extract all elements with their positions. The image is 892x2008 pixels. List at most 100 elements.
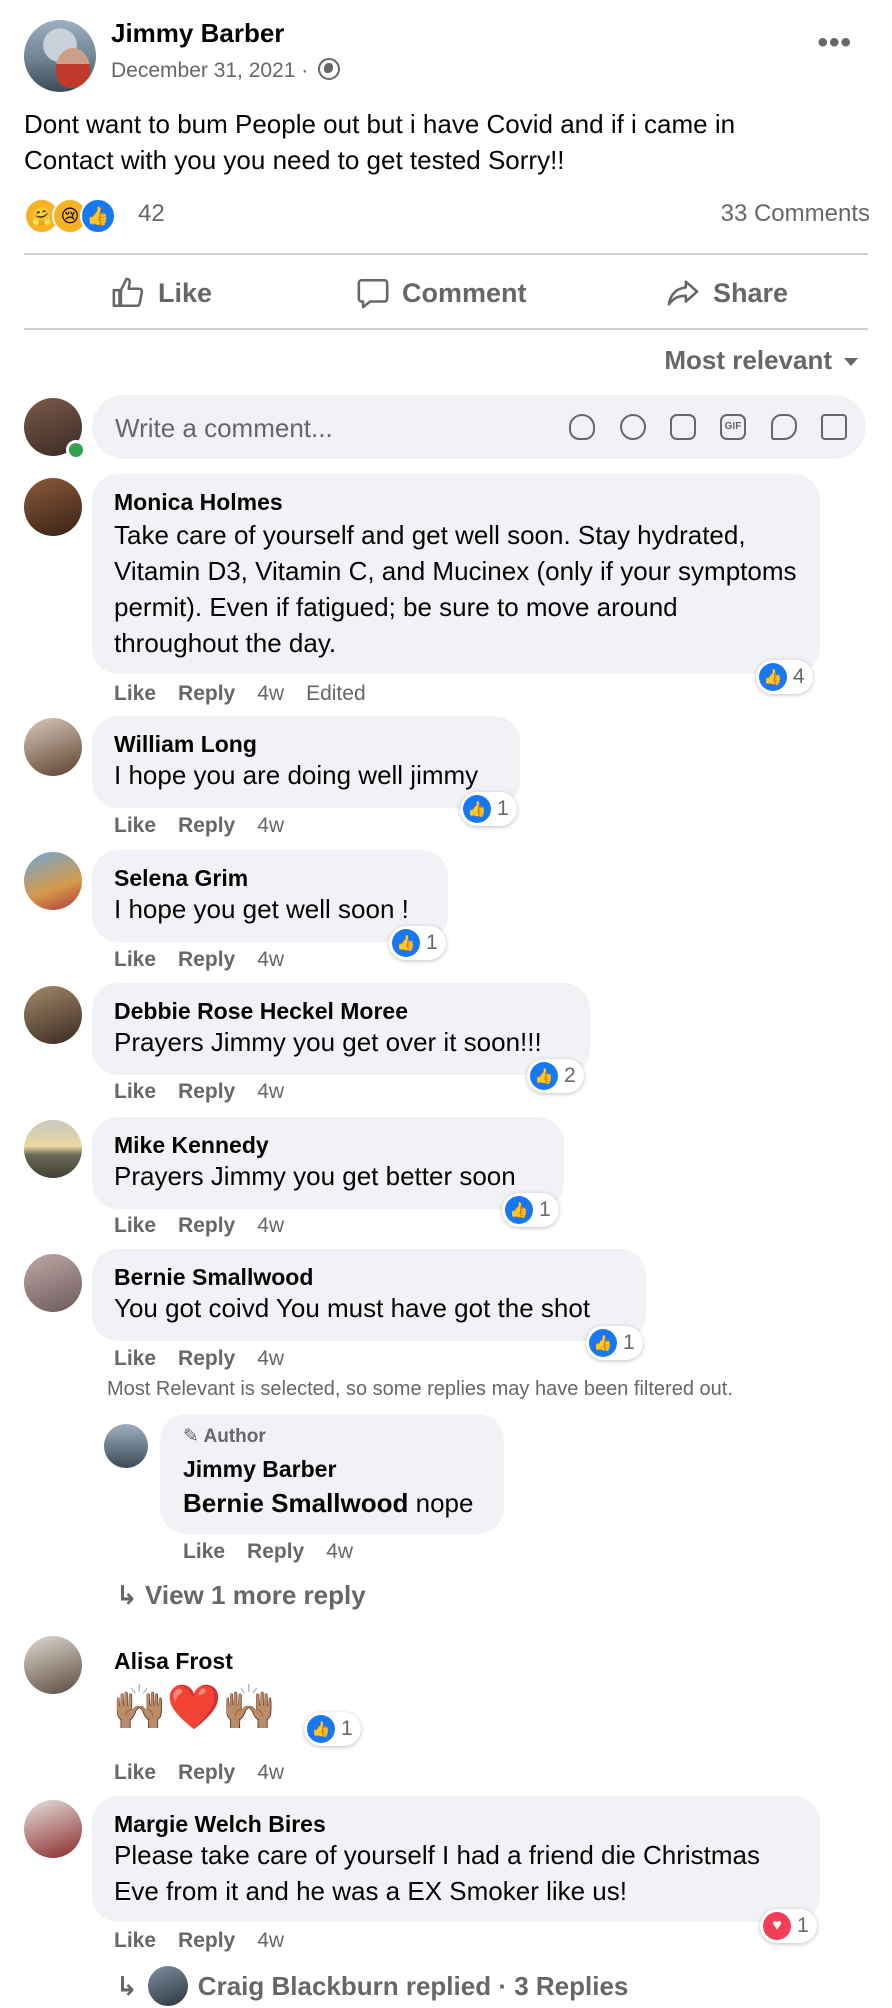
- commenter-avatar[interactable]: [24, 478, 82, 536]
- comment-reply-link[interactable]: Reply: [178, 814, 235, 837]
- commenter-name[interactable]: Mike Kennedy: [114, 1132, 269, 1159]
- comment-reactions[interactable]: 👍 4: [756, 660, 813, 694]
- avatar-sticker-icon[interactable]: [569, 414, 595, 440]
- comment-placeholder[interactable]: Write a comment...: [115, 413, 333, 444]
- commenter-name[interactable]: Margie Welch Bires: [114, 1811, 326, 1838]
- share-button[interactable]: Share: [665, 273, 788, 313]
- replier-avatar: [147, 1966, 188, 2006]
- commenter-avatar[interactable]: [24, 852, 82, 910]
- comment-reply-link[interactable]: Reply: [178, 1080, 235, 1103]
- comment-reply-link[interactable]: Reply: [178, 682, 235, 705]
- comment-reactions[interactable]: 👍 1: [460, 792, 517, 826]
- gif-icon[interactable]: GIF: [720, 414, 746, 440]
- comment-reply-link[interactable]: Reply: [178, 1929, 235, 1952]
- comment-like-link[interactable]: Like: [114, 682, 156, 705]
- comment-count[interactable]: 33 Comments: [721, 200, 870, 228]
- comment-reply-link[interactable]: Reply: [178, 1347, 235, 1370]
- commenter-name[interactable]: Debbie Rose Heckel Moree: [114, 998, 408, 1025]
- comment-text: Take care of yourself and get well soon.…: [114, 520, 797, 658]
- comment-time[interactable]: 4w: [257, 1347, 284, 1370]
- commenter-avatar[interactable]: [24, 718, 82, 776]
- comment-time[interactable]: 4w: [257, 814, 284, 837]
- commenter-name[interactable]: Bernie Smallwood: [114, 1264, 313, 1291]
- mention-link[interactable]: Bernie Smallwood: [183, 1488, 408, 1518]
- more-sticker-icon[interactable]: [821, 414, 847, 440]
- post-date[interactable]: December 31, 2021 ·: [111, 58, 341, 83]
- chevron-down-icon: [844, 358, 858, 366]
- comment-time[interactable]: 4w: [257, 1929, 284, 1952]
- like-reaction-icon: 👍: [530, 1062, 558, 1090]
- commenter-avatar[interactable]: [24, 1254, 82, 1312]
- commenter-avatar[interactable]: [24, 1636, 82, 1694]
- comment-emoji-text: 🙌🏽❤️🙌🏽: [112, 1683, 277, 1732]
- comment-like-link[interactable]: Like: [114, 1347, 156, 1370]
- share-label: Share: [713, 277, 789, 308]
- view-more-replies-link[interactable]: ↳ View 1 more reply: [116, 1580, 366, 1611]
- comment-time[interactable]: 4w: [257, 1761, 284, 1784]
- comment-reply-link[interactable]: Reply: [178, 1761, 235, 1784]
- comment-reactions[interactable]: 👍 1: [586, 1326, 643, 1360]
- reaction-count[interactable]: 42: [138, 200, 165, 228]
- comment-reply-link[interactable]: Reply: [178, 948, 235, 971]
- comment-like-link[interactable]: Like: [114, 1080, 156, 1103]
- post-author-name[interactable]: Jimmy Barber: [111, 18, 284, 49]
- comment-like-link[interactable]: Like: [114, 948, 156, 971]
- comment-reply-link[interactable]: Reply: [178, 1214, 235, 1237]
- comment-meta: Like Reply 4w: [114, 1761, 306, 1785]
- comment-reactions[interactable]: 👍 2: [527, 1059, 584, 1093]
- commenter-avatar[interactable]: [24, 986, 82, 1044]
- post-author-avatar[interactable]: [24, 20, 96, 92]
- view-more-label: View 1 more reply: [145, 1580, 366, 1610]
- like-label: Like: [158, 277, 213, 308]
- comment-reactions[interactable]: 👍 1: [389, 926, 446, 960]
- reaction-count: 1: [426, 931, 438, 954]
- globe-icon: [318, 58, 341, 80]
- comment-text: Please take care of yourself I had a fri…: [114, 1840, 760, 1906]
- reply-author-name[interactable]: Jimmy Barber: [183, 1456, 336, 1483]
- sticker-icon[interactable]: [771, 414, 797, 440]
- like-reaction-icon: 👍: [80, 198, 116, 234]
- commenter-avatar[interactable]: [24, 1120, 82, 1178]
- comment-reactions[interactable]: 👍 1: [304, 1712, 361, 1746]
- commenter-name[interactable]: William Long: [114, 731, 257, 758]
- divider: [24, 328, 868, 330]
- reply-text: Bernie Smallwood nope: [183, 1485, 473, 1521]
- comment-time[interactable]: 4w: [257, 682, 284, 705]
- comment-reactions[interactable]: 👍 1: [502, 1193, 559, 1227]
- more-replies-link[interactable]: ↳ Craig Blackburn replied · 3 Replies: [116, 1966, 628, 2006]
- comment-text: I hope you are doing well jimmy: [114, 760, 479, 790]
- reply-reply-link[interactable]: Reply: [247, 1540, 304, 1563]
- comment-time[interactable]: 4w: [257, 948, 284, 971]
- comment-like-link[interactable]: Like: [114, 814, 156, 837]
- commenter-name[interactable]: Alisa Frost: [114, 1648, 233, 1675]
- reply-author-avatar[interactable]: [104, 1424, 148, 1468]
- comment-time[interactable]: 4w: [257, 1080, 284, 1103]
- reply-like-link[interactable]: Like: [183, 1540, 225, 1563]
- comment-label: Comment: [402, 277, 527, 308]
- commenter-avatar[interactable]: [24, 1800, 82, 1858]
- commenter-name[interactable]: Monica Holmes: [114, 489, 283, 516]
- reaction-count: 1: [497, 797, 509, 820]
- sort-dropdown[interactable]: Most relevant: [664, 345, 858, 376]
- comment-button[interactable]: Comment: [356, 273, 527, 313]
- comment-like-link[interactable]: Like: [114, 1761, 156, 1784]
- comment-time[interactable]: 4w: [257, 1214, 284, 1237]
- more-options-button[interactable]: •••: [817, 28, 852, 58]
- commenter-name[interactable]: Selena Grim: [114, 865, 248, 892]
- comment-like-link[interactable]: Like: [114, 1929, 156, 1952]
- comment-meta: Like Reply 4w: [114, 1929, 306, 1953]
- camera-icon[interactable]: [670, 414, 696, 440]
- comment-reactions[interactable]: ♥ 1: [760, 1909, 817, 1943]
- reaction-count: 1: [539, 1198, 551, 1221]
- pencil-icon: ✎: [183, 1426, 204, 1447]
- comment-meta: Like Reply 4w: [114, 814, 306, 838]
- comment-text: You got coivd You must have got the shot: [114, 1293, 591, 1323]
- post-date-text[interactable]: December 31, 2021 ·: [111, 59, 314, 82]
- reply-time[interactable]: 4w: [326, 1540, 353, 1563]
- emoji-icon[interactable]: [620, 414, 646, 440]
- filter-note: Most Relevant is selected, so some repli…: [107, 1378, 733, 1400]
- comment-text: I hope you get well soon !: [114, 894, 409, 924]
- like-button[interactable]: Like: [110, 273, 212, 313]
- reply-arrow-icon: ↳: [116, 1970, 138, 2001]
- comment-like-link[interactable]: Like: [114, 1214, 156, 1237]
